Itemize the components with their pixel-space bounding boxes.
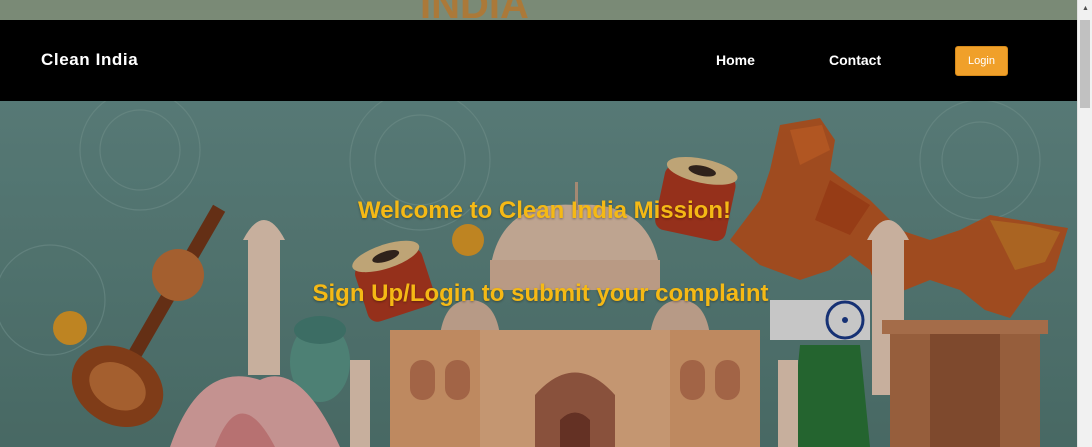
navbar: Clean India Home Contact Login (0, 20, 1077, 101)
scrollbar-thumb[interactable] (1080, 20, 1090, 108)
hero-welcome-heading: Welcome to Clean India Mission! (358, 197, 731, 224)
page-viewport: INDIA Clean India Home Contact Login Wel… (0, 0, 1077, 447)
brand-logo-text[interactable]: Clean India (41, 50, 138, 70)
hero-cta-heading: Sign Up/Login to submit your complaint (312, 280, 769, 307)
scroll-up-arrow-icon[interactable]: ▲ (1078, 0, 1092, 16)
login-button[interactable]: Login (955, 46, 1008, 76)
nav-link-home[interactable]: Home (716, 52, 755, 68)
vertical-scrollbar[interactable]: ▲ (1077, 0, 1092, 447)
nav-link-contact[interactable]: Contact (829, 52, 881, 68)
